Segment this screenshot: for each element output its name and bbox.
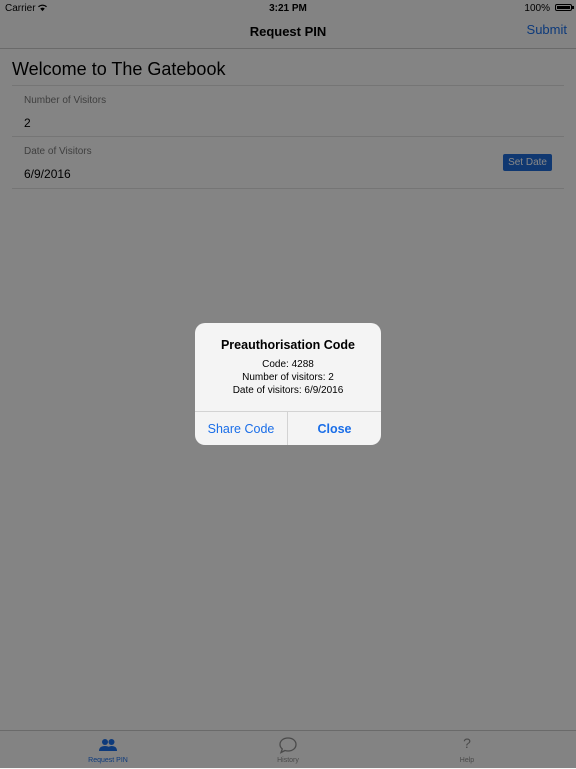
share-code-button[interactable]: Share Code — [195, 412, 288, 445]
alert-message-visitors: Number of visitors: 2 — [242, 372, 334, 383]
alert-message-date: Date of visitors: 6/9/2016 — [232, 385, 344, 396]
close-button[interactable]: Close — [288, 412, 381, 445]
alert-actions: Share Code Close — [195, 411, 381, 445]
alert-dialog: Preauthorisation Code Code: 4288 Number … — [195, 323, 381, 445]
alert-message-code: Code: 4288 — [262, 359, 314, 370]
alert-title: Preauthorisation Code — [220, 338, 356, 352]
